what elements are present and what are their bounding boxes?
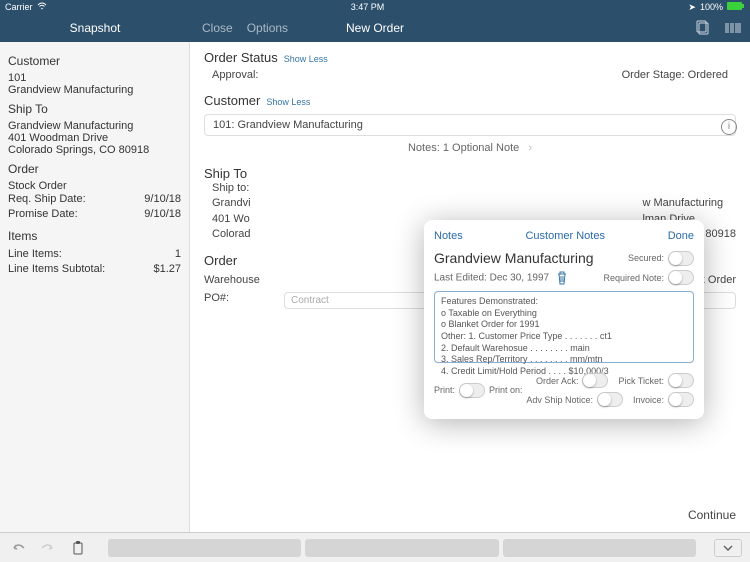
barcode-icon[interactable] <box>724 20 742 36</box>
sidebar: Customer 101 Grandview Manufacturing Shi… <box>0 42 190 532</box>
secured-toggle[interactable] <box>668 251 694 266</box>
sidebar-customer-title: Customer <box>8 54 181 68</box>
ship-addr2-trunc: Colorad <box>212 227 302 242</box>
show-less-link[interactable]: Show Less <box>284 54 328 64</box>
sidebar-ship-addr2: Colorado Springs, CO 80918 <box>8 144 181 156</box>
content-area: Order Status Show Less Approval: Order St… <box>190 42 750 532</box>
ship-name-trunc: Grandvi <box>212 196 302 211</box>
po-label: PO#: <box>204 292 284 309</box>
show-less-link-2[interactable]: Show Less <box>266 97 310 107</box>
sidebar-ship-name: Grandview Manufacturing <box>8 120 181 132</box>
sidebar-order-title: Order <box>8 162 181 176</box>
print-toggle[interactable] <box>459 383 485 398</box>
order-ack-label: Order Ack: <box>536 376 579 386</box>
adv-ship-toggle[interactable] <box>597 392 623 407</box>
battery-icon <box>727 2 745 12</box>
undo-button[interactable] <box>8 538 28 558</box>
modal-title: Grandview Manufacturing <box>434 250 594 266</box>
note-textarea[interactable]: Features Demonstrated: o Taxable on Ever… <box>434 291 694 363</box>
approval-label: Approval: <box>212 69 258 81</box>
modal-customer-notes-tab[interactable]: Customer Notes <box>525 230 604 242</box>
subtotal-label: Line Items Subtotal: <box>8 262 105 277</box>
page-title: New Order <box>346 21 404 35</box>
continue-button[interactable]: Continue <box>688 508 736 522</box>
segment-3[interactable] <box>503 539 696 557</box>
modal-done-button[interactable]: Done <box>668 230 694 242</box>
notes-modal: Notes Customer Notes Done Grandview Manu… <box>424 220 704 419</box>
close-button[interactable]: Close <box>202 21 233 35</box>
copy-icon[interactable] <box>694 20 710 36</box>
options-button[interactable]: Options <box>247 21 288 35</box>
req-date-val: 9/10/18 <box>144 192 181 207</box>
info-icon[interactable]: i <box>721 119 737 135</box>
sidebar-stock: Stock Order <box>8 180 181 192</box>
ship-right1: w Manufacturing <box>642 196 736 211</box>
invoice-label: Invoice: <box>633 395 664 405</box>
battery-pct: 100% <box>700 2 723 12</box>
snapshot-title: Snapshot <box>0 21 190 35</box>
customer-display: 101: Grandview Manufacturing <box>213 119 363 131</box>
required-note-label: Required Note: <box>603 273 664 283</box>
sidebar-ship-addr1: 401 Woodman Drive <box>8 132 181 144</box>
trash-icon[interactable] <box>556 271 568 285</box>
customer-title: Customer <box>204 93 260 108</box>
sidebar-customer-id: 101 <box>8 72 181 84</box>
modal-notes-tab[interactable]: Notes <box>434 230 463 242</box>
chevron-right-icon: › <box>528 142 532 154</box>
last-edited-val: Dec 30, 1997 <box>490 272 550 283</box>
pick-ticket-toggle[interactable] <box>668 373 694 388</box>
status-bar: Carrier 3:47 PM ➤ 100% <box>0 0 750 14</box>
carrier-label: Carrier <box>5 2 33 12</box>
order-section-title: Order <box>204 253 237 268</box>
order-ack-toggle[interactable] <box>582 373 608 388</box>
prom-date-val: 9/10/18 <box>144 207 181 222</box>
bottom-bar <box>0 532 750 562</box>
sidebar-shipto-title: Ship To <box>8 102 181 116</box>
warehouse-label: Warehouse <box>204 274 284 286</box>
shipto-row-label: Ship to: <box>212 181 736 196</box>
required-note-toggle[interactable] <box>668 270 694 285</box>
sidebar-customer-name: Grandview Manufacturing <box>8 84 181 96</box>
print-label: Print: <box>434 385 455 395</box>
redo-button[interactable] <box>38 538 58 558</box>
sidebar-items-title: Items <box>8 229 181 243</box>
line-items-label: Line Items: <box>8 247 62 262</box>
print-on-label: Print on: <box>489 385 523 395</box>
customer-box[interactable]: 101: Grandview Manufacturing i <box>204 114 736 136</box>
line-items-val: 1 <box>175 247 181 262</box>
nav-bar: Snapshot Close Options New Order <box>0 14 750 42</box>
ship-addr1-trunc: 401 Wo <box>212 212 302 227</box>
secured-label: Secured: <box>628 253 664 263</box>
notes-val: 1 Optional Note <box>443 142 519 154</box>
chevron-down-button[interactable] <box>714 539 742 557</box>
status-time: 3:47 PM <box>351 2 385 12</box>
pick-ticket-label: Pick Ticket: <box>618 376 664 386</box>
invoice-toggle[interactable] <box>668 392 694 407</box>
location-icon: ➤ <box>688 2 696 13</box>
order-stage-label: Order Stage: <box>622 69 685 81</box>
last-edited-label: Last Edited: <box>434 272 487 283</box>
wifi-icon <box>37 2 47 12</box>
adv-ship-label: Adv Ship Notice: <box>526 395 593 405</box>
order-status-title: Order Status <box>204 50 278 65</box>
notes-label: Notes: <box>408 142 440 154</box>
segment-1[interactable] <box>108 539 301 557</box>
segment-2[interactable] <box>305 539 498 557</box>
notes-row[interactable]: Notes: 1 Optional Note › <box>204 136 736 160</box>
clipboard-icon[interactable] <box>68 538 88 558</box>
order-stage-val: Ordered <box>688 69 728 81</box>
subtotal-val: $1.27 <box>153 262 181 277</box>
prom-date-label: Promise Date: <box>8 207 78 222</box>
req-date-label: Req. Ship Date: <box>8 192 86 207</box>
shipto-title: Ship To <box>204 166 247 181</box>
